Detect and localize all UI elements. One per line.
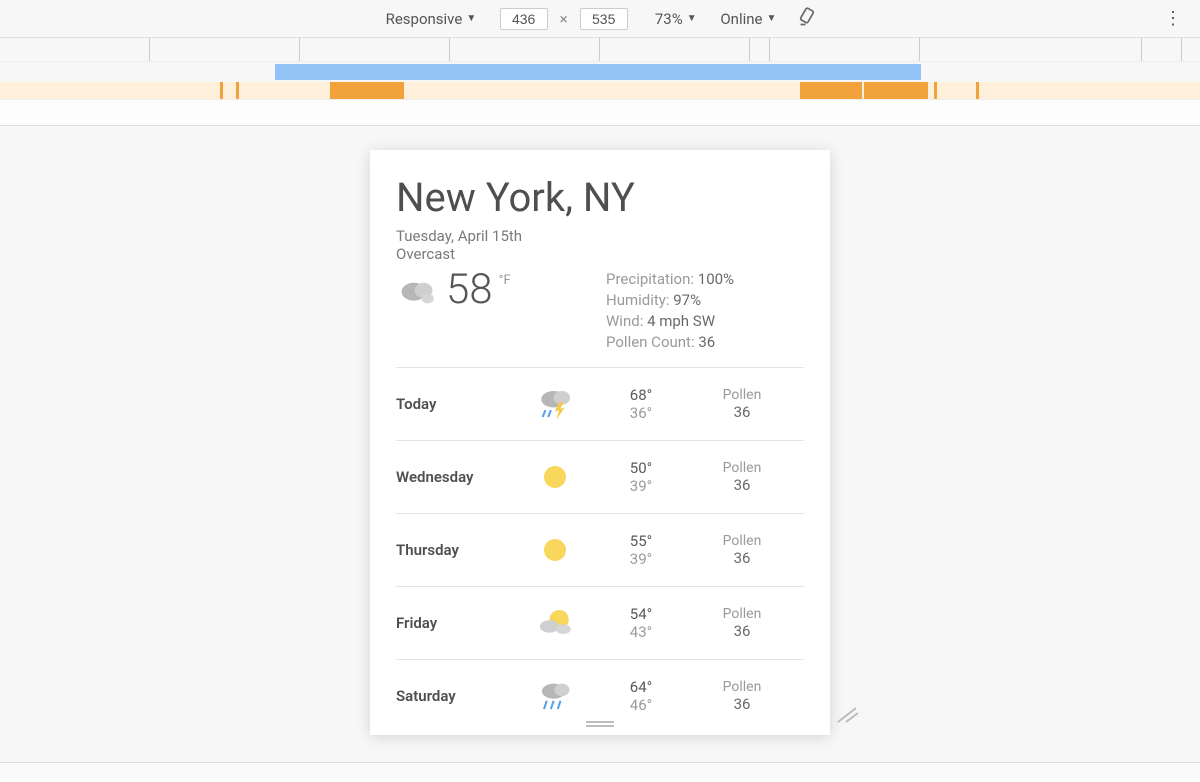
partly-cloudy-icon	[520, 601, 590, 645]
condition-text: Overcast	[396, 245, 804, 263]
viewport-height-input[interactable]	[580, 8, 628, 30]
forecast-hi: 68°	[596, 386, 686, 404]
footer-bar	[0, 762, 1200, 778]
resize-handle-bottom[interactable]	[580, 714, 620, 733]
forecast-row: Friday 54°43°Pollen36	[396, 587, 804, 660]
date-text: Tuesday, April 15th	[396, 227, 804, 245]
forecast-hi: 54°	[596, 605, 686, 623]
spacer	[0, 100, 1200, 126]
pollen-label: Pollen	[692, 533, 792, 549]
pollen-value: 36	[692, 695, 792, 713]
dropdown-icon: ▼	[687, 13, 697, 24]
forecast-lo: 39°	[596, 477, 686, 495]
devtools-toolbar: Responsive ▼ × 73% ▼ Online ▼ ⋮	[0, 0, 1200, 38]
pollen-label: Pollen Count:	[606, 333, 695, 351]
forecast-pollen: Pollen36	[692, 533, 792, 567]
rotate-icon[interactable]	[798, 7, 818, 31]
current-temp: 58	[446, 269, 493, 311]
media-query-mark[interactable]	[220, 82, 223, 99]
forecast-hilo: 54°43°	[596, 605, 686, 641]
pollen-value: 36	[692, 403, 792, 421]
dropdown-icon: ▼	[466, 13, 476, 24]
forecast-row: Thursday 55°39°Pollen36	[396, 514, 804, 587]
forecast-pollen: Pollen36	[692, 460, 792, 494]
rain-icon	[520, 674, 590, 718]
pollen-label: Pollen	[692, 606, 792, 622]
precip-label: Precipitation:	[606, 270, 694, 288]
forecast-hi: 64°	[596, 678, 686, 696]
sunny-icon	[520, 528, 590, 572]
precip-val: 100%	[698, 270, 734, 288]
wind-val: 4 mph SW	[647, 312, 715, 330]
city-title: New York, NY	[396, 174, 804, 221]
pollen-label: Pollen	[692, 387, 792, 403]
forecast-hi: 50°	[596, 459, 686, 477]
media-query-bar-orange[interactable]	[0, 82, 1200, 100]
forecast-hilo: 50°39°	[596, 459, 686, 495]
dropdown-icon: ▼	[767, 13, 777, 24]
forecast-day: Today	[396, 395, 514, 413]
media-query-range[interactable]	[864, 82, 928, 99]
current-conditions: 58 °F Precipitation: 100% Humidity: 97% …	[396, 269, 804, 368]
network-selector-label: Online	[720, 10, 762, 28]
media-query-range[interactable]	[275, 64, 921, 80]
forecast-day: Wednesday	[396, 468, 514, 486]
media-query-bar-blue[interactable]	[0, 62, 1200, 82]
forecast-lo: 39°	[596, 550, 686, 568]
forecast-hilo: 55°39°	[596, 532, 686, 568]
wind-label: Wind:	[606, 312, 643, 330]
forecast-pollen: Pollen36	[692, 387, 792, 421]
page-content[interactable]: New York, NY Tuesday, April 15th Overcas…	[370, 150, 830, 735]
forecast-day: Friday	[396, 614, 514, 632]
forecast-hi: 55°	[596, 532, 686, 550]
forecast-hilo: 64°46°	[596, 678, 686, 714]
forecast-row: Wednesday 50°39°Pollen36	[396, 441, 804, 514]
media-query-mark[interactable]	[934, 82, 937, 99]
forecast-day: Thursday	[396, 541, 514, 559]
pollen-label: Pollen	[692, 460, 792, 476]
forecast-pollen: Pollen36	[692, 606, 792, 640]
forecast-list: Today 68°36°Pollen36Wednesday 50°39°Poll…	[396, 368, 804, 732]
breakpoints-ruler[interactable]	[0, 38, 1200, 62]
media-query-mark[interactable]	[976, 82, 979, 99]
sunny-icon	[520, 455, 590, 499]
device-frame: New York, NY Tuesday, April 15th Overcas…	[370, 150, 830, 735]
overcast-icon	[396, 269, 440, 313]
forecast-hilo: 68°36°	[596, 386, 686, 422]
forecast-pollen: Pollen36	[692, 679, 792, 713]
dimension-separator: ×	[560, 10, 568, 28]
temp-unit: °F	[499, 273, 511, 288]
forecast-lo: 46°	[596, 696, 686, 714]
forecast-lo: 43°	[596, 623, 686, 641]
zoom-selector[interactable]: 73% ▼	[651, 8, 701, 30]
current-stats: Precipitation: 100% Humidity: 97% Wind: …	[606, 269, 734, 353]
network-selector[interactable]: Online ▼	[716, 8, 780, 30]
media-query-range[interactable]	[800, 82, 862, 99]
media-query-mark[interactable]	[236, 82, 239, 99]
zoom-selector-label: 73%	[655, 10, 683, 28]
viewport-width-input[interactable]	[500, 8, 548, 30]
humidity-label: Humidity:	[606, 291, 670, 309]
resize-handle-corner[interactable]	[834, 706, 1200, 732]
pollen-value: 36	[692, 476, 792, 494]
device-viewport-area: New York, NY Tuesday, April 15th Overcas…	[0, 126, 1200, 762]
storm-icon	[520, 382, 590, 426]
media-query-range[interactable]	[330, 82, 404, 99]
pollen-label: Pollen	[692, 679, 792, 695]
pollen-value: 36	[692, 549, 792, 567]
pollen-val: 36	[698, 333, 715, 351]
device-selector-label: Responsive	[386, 10, 463, 28]
more-options-icon[interactable]: ⋮	[1164, 10, 1182, 28]
forecast-lo: 36°	[596, 404, 686, 422]
forecast-day: Saturday	[396, 687, 514, 705]
forecast-row: Today 68°36°Pollen36	[396, 368, 804, 441]
humidity-val: 97%	[673, 291, 701, 309]
device-selector[interactable]: Responsive ▼	[382, 8, 481, 30]
pollen-value: 36	[692, 622, 792, 640]
